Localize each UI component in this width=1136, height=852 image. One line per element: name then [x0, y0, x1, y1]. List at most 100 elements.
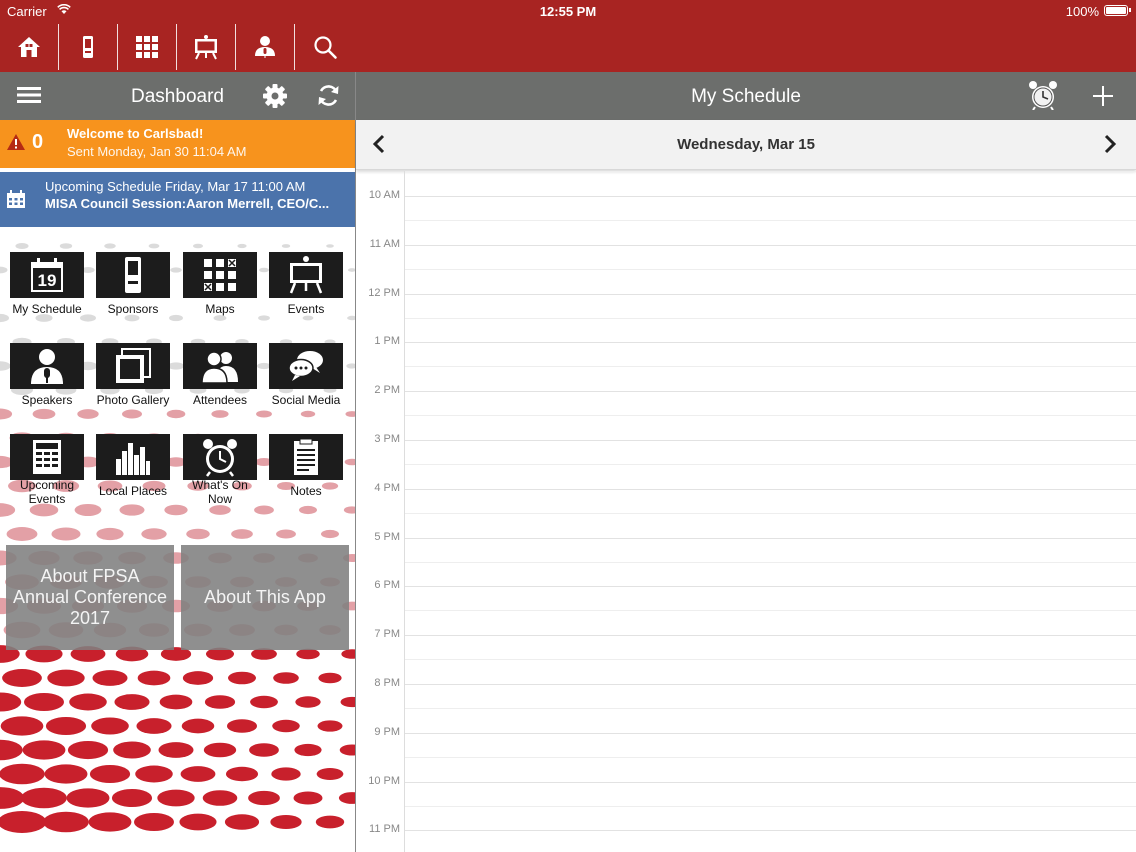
halftone-dot	[320, 529, 340, 539]
halftone-dot	[249, 743, 279, 757]
halftone-dot	[258, 315, 270, 321]
sponsors-button[interactable]	[59, 24, 118, 70]
hour-line	[405, 293, 1136, 295]
halftone-dot	[159, 694, 193, 710]
tile-upcoming-events[interactable]: Upcoming Events	[7, 434, 87, 506]
halftone-dot	[2, 669, 42, 687]
upcoming-events-icon	[33, 440, 61, 474]
tile-notes[interactable]: Notes	[266, 434, 346, 498]
half-hour-line	[405, 366, 1136, 368]
hour-row[interactable]: 10 PM	[356, 775, 1136, 831]
halftone-dot	[347, 315, 355, 321]
welcome-alert[interactable]: 0 Welcome to Carlsbad! Sent Monday, Jan …	[0, 120, 355, 168]
day-timeline[interactable]: 10 AM 11 AM 12 PM 1 PM 2 PM 3 PM 4 PM 5 PM 6 PM 7…	[356, 171, 1136, 852]
upcoming-schedule-title: MISA Council Session:Aaron Merrell, CEO/…	[45, 196, 330, 211]
speakers-button[interactable]	[236, 24, 295, 70]
hour-row[interactable]: 2 PM	[356, 384, 1136, 440]
about-app-button[interactable]: About This App	[181, 545, 349, 650]
half-hour-line	[405, 220, 1136, 221]
alert-subtitle: Sent Monday, Jan 30 11:04 AM	[67, 144, 247, 159]
tile-attendees[interactable]: Attendees	[180, 343, 260, 407]
tile-speakers[interactable]: Speakers	[7, 343, 87, 407]
hour-label: 5 PM	[374, 530, 400, 543]
events-button[interactable]	[177, 24, 236, 70]
halftone-dot	[164, 504, 188, 516]
hour-row[interactable]: 11 PM	[356, 823, 1136, 852]
tile-label: Photo Gallery	[96, 393, 170, 407]
halftone-dot	[345, 411, 355, 417]
hour-line	[405, 732, 1136, 734]
add-icon[interactable]	[1092, 85, 1114, 107]
tile-my-schedule[interactable]: 19 My Schedule	[7, 252, 87, 316]
hour-row[interactable]: 11 AM	[356, 238, 1136, 294]
tile-label: Events	[287, 302, 325, 316]
hour-row[interactable]: 9 PM	[356, 726, 1136, 782]
calendar-icon	[7, 190, 25, 208]
tile-label: Attendees	[192, 393, 248, 407]
events-icon	[195, 35, 217, 60]
halftone-dot	[121, 409, 143, 419]
speaker-icon	[31, 349, 63, 384]
social-media-icon	[288, 351, 323, 381]
halftone-dot	[271, 767, 301, 781]
halftone-dot	[32, 408, 56, 420]
halftone-dot	[293, 791, 323, 805]
halftone-dot	[0, 763, 45, 785]
hour-row[interactable]: 12 PM	[356, 287, 1136, 343]
half-hour-line	[405, 317, 1136, 319]
tile-label: Local Places	[98, 484, 168, 498]
halftone-dot	[43, 811, 89, 833]
tile-maps[interactable]: Maps	[180, 252, 260, 316]
halftone-dot	[135, 765, 173, 783]
half-hour-line	[405, 610, 1136, 612]
halftone-dot	[158, 742, 194, 758]
clock-label: 12:55 PM	[539, 4, 597, 19]
halftone-dot	[166, 409, 186, 419]
schedule-header: My Schedule	[356, 72, 1136, 120]
upcoming-schedule-banner[interactable]: Upcoming Schedule Friday, Mar 17 11:00 A…	[0, 172, 355, 227]
hour-label: 6 PM	[374, 579, 400, 592]
home-icon	[18, 37, 40, 57]
tile-sponsors[interactable]: Sponsors	[93, 252, 173, 316]
about-conference-button[interactable]: About FPSA Annual Conference 2017	[6, 545, 174, 650]
halftone-dot	[343, 506, 355, 514]
tile-events[interactable]: Events	[266, 252, 346, 316]
halftone-dot	[192, 243, 204, 249]
tile-whats-on-now[interactable]: What's On Now	[180, 434, 260, 506]
alarm-clock-icon[interactable]	[1027, 80, 1059, 110]
halftone-dot	[148, 243, 160, 249]
hour-line	[405, 586, 1136, 588]
maps-button[interactable]	[118, 24, 177, 70]
halftone-dot	[0, 787, 25, 809]
halftone-dot	[136, 718, 172, 734]
hour-row[interactable]: 6 PM	[356, 579, 1136, 635]
hour-row[interactable]: 3 PM	[356, 433, 1136, 489]
halftone-dot	[272, 719, 300, 733]
hour-row[interactable]: 5 PM	[356, 531, 1136, 587]
hour-line	[405, 684, 1136, 685]
tile-photo-gallery[interactable]: Photo Gallery	[93, 343, 173, 407]
hour-row[interactable]: 1 PM	[356, 335, 1136, 391]
tile-local-places[interactable]: Local Places	[93, 434, 173, 498]
halftone-dot	[339, 744, 355, 756]
halftone-dot	[179, 813, 217, 831]
gear-icon[interactable]	[262, 83, 288, 109]
home-button[interactable]	[0, 24, 59, 70]
hour-line	[405, 537, 1136, 539]
halftone-dot	[295, 696, 321, 708]
search-button[interactable]	[295, 24, 354, 70]
halftone-dot	[338, 792, 355, 804]
halftone-dot	[181, 718, 215, 734]
halftone-dot	[0, 739, 23, 761]
hour-line	[405, 342, 1136, 344]
hour-row[interactable]: 7 PM	[356, 628, 1136, 684]
refresh-icon[interactable]	[316, 83, 341, 108]
halftone-dot	[341, 649, 355, 659]
hour-row[interactable]: 4 PM	[356, 482, 1136, 538]
maps-icon	[204, 259, 236, 291]
hour-row[interactable]: 10 AM	[356, 189, 1136, 245]
sponsors-icon	[125, 257, 141, 293]
tile-label: Upcoming Events	[19, 478, 75, 506]
tile-social-media[interactable]: Social Media	[266, 343, 346, 407]
hour-row[interactable]: 8 PM	[356, 677, 1136, 733]
